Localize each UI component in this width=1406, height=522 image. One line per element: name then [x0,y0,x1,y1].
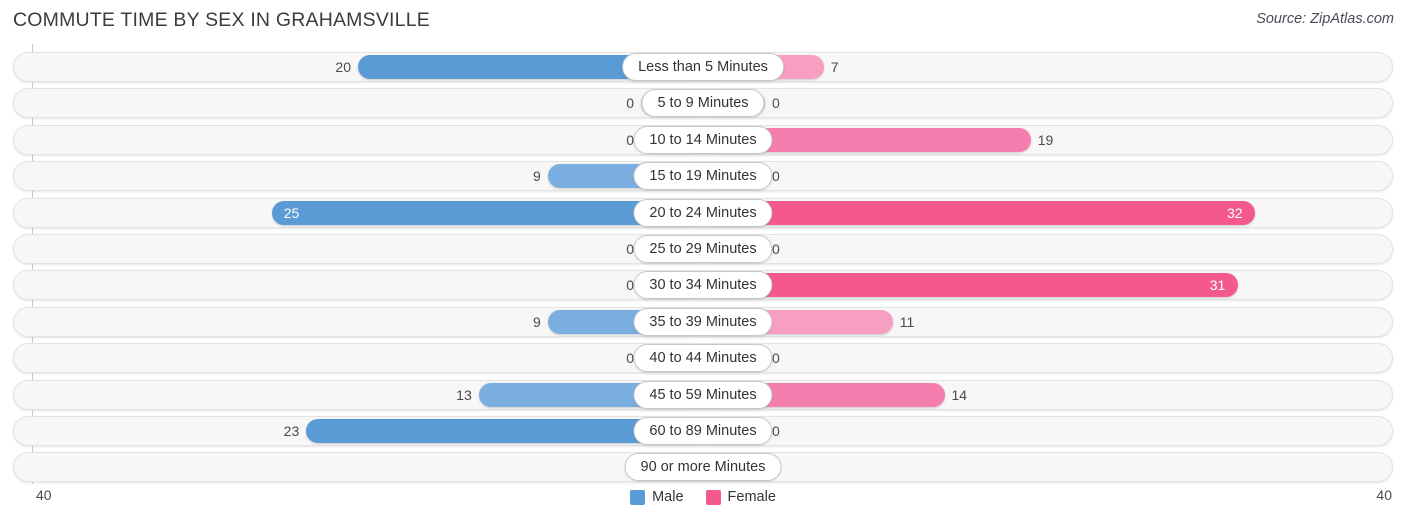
value-label-male: 25 [283,204,300,221]
category-label: 15 to 19 Minutes [633,162,773,191]
value-label-female: 0 [772,95,780,112]
bar-row: 23 0 60 to 89 Minutes [13,416,1393,446]
value-label-female: 14 [951,386,968,403]
category-label: 20 to 24 Minutes [633,198,773,227]
bar-row: 0 31 30 to 34 Minutes [13,270,1393,301]
category-label: 5 to 9 Minutes [641,89,765,118]
value-label-male: 0 [13,452,634,482]
value-label-male: 9 [532,313,541,330]
category-label: 90 or more Minutes [624,453,782,482]
value-label-male: 0 [626,241,634,257]
source-attribution: Source: ZipAtlas.com [1256,11,1394,27]
chart-legend: Male Female [0,489,1406,505]
value-label-female: 31 [1209,277,1226,294]
chart-footer: 40 40 Male Female [0,484,1406,522]
legend-item-male[interactable]: Male [630,489,684,505]
value-label-female: 0 [772,168,780,185]
legend-swatch-icon [705,489,721,505]
value-label-female: 0 [772,241,780,257]
value-label-male: 13 [456,386,472,403]
category-label: 25 to 29 Minutes [633,235,773,263]
legend-item-female[interactable]: Female [705,489,776,505]
value-label-male: 9 [532,168,541,185]
bar-row: 0 0 25 to 29 Minutes [13,234,1393,264]
value-label-female: 7 [830,59,839,75]
category-label: 40 to 44 Minutes [633,344,773,373]
category-label: Less than 5 Minutes [622,53,784,81]
value-label-male: 0 [626,277,634,294]
category-label: 30 to 34 Minutes [633,271,773,300]
category-label: 10 to 14 Minutes [633,125,773,154]
bar-row: 9 11 35 to 39 Minutes [13,306,1393,337]
category-label: 60 to 89 Minutes [633,417,773,445]
bar-row: 13 14 45 to 59 Minutes [13,379,1393,410]
legend-swatch-icon [630,489,646,505]
value-label-male: 0 [626,131,634,148]
legend-item-label: Female [727,489,776,505]
value-label-male: 0 [626,350,634,367]
bar-row: 25 32 20 to 24 Minutes [13,197,1393,228]
value-label-female: 0 [772,350,780,367]
value-label-female: 19 [1037,131,1054,148]
value-label-female: 0 [772,423,780,439]
value-label-male: 23 [283,423,300,439]
bar-row: 9 0 15 to 19 Minutes [13,161,1393,192]
value-label-female: 11 [899,313,915,330]
bar-row: 0 0 5 to 9 Minutes [13,88,1393,119]
value-label-male: 20 [335,59,351,75]
bar-row: 20 7 Less than 5 Minutes [13,52,1393,82]
category-label: 45 to 59 Minutes [633,380,773,409]
bar-row: 0 19 10 to 14 Minutes [13,124,1393,155]
bar-row: 0 0 40 to 44 Minutes [13,343,1393,374]
category-label: 35 to 39 Minutes [633,307,773,336]
legend-item-label: Male [652,489,684,505]
value-label-female: 32 [1227,204,1243,221]
page-title: COMMUTE TIME BY SEX IN GRAHAMSVILLE [13,9,430,31]
bar-female [703,273,1238,298]
chart-header: COMMUTE TIME BY SEX IN GRAHAMSVILLE Sour… [0,0,1406,42]
bar-row: 0090 or more Minutes [13,452,1393,483]
bar-female [703,200,1255,225]
chart-plot-area: 20 7 Less than 5 Minutes 0 0 5 to 9 Minutes 0 1… [0,44,1406,484]
value-label-male: 0 [626,95,634,112]
